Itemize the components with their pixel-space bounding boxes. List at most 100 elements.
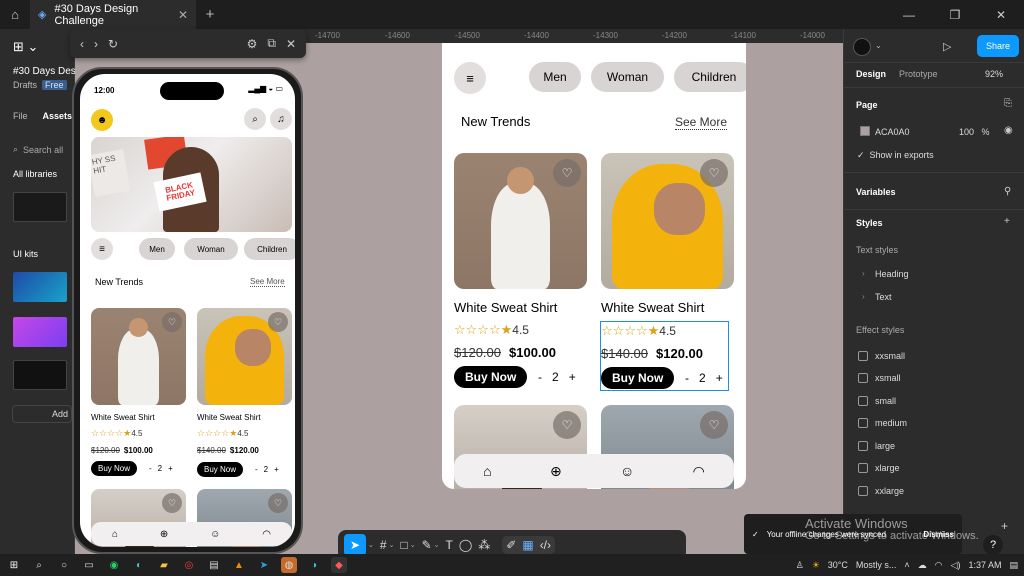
buy-now-button[interactable]: Buy Now: [91, 461, 138, 476]
pen-tool-icon[interactable]: ✎: [422, 538, 432, 552]
effect-style-item[interactable]: xlarge: [875, 463, 900, 473]
tab-design[interactable]: Design: [856, 69, 886, 79]
phone-prototype-preview[interactable]: 12:00 ▂▄▆ ◒ ▭ ☻ ⌕ ♫ HY SS HIT BLACK FRID…: [72, 67, 303, 554]
chevron-right-icon[interactable]: ›: [862, 292, 865, 301]
page-color-swatch[interactable]: [860, 126, 870, 136]
chip-children[interactable]: Children: [674, 62, 746, 92]
zoom-level[interactable]: 92%: [985, 69, 1003, 79]
hero-banner[interactable]: HY SS HIT BLACK FRIDAY: [91, 137, 292, 232]
effect-style-item[interactable]: large: [875, 441, 895, 451]
chevron-down-icon[interactable]: ⌄: [410, 541, 416, 549]
avatar[interactable]: ☻: [91, 109, 113, 131]
user-avatar[interactable]: [853, 38, 871, 56]
heart-icon[interactable]: ♡: [162, 312, 182, 332]
cart-icon[interactable]: ⊕: [550, 463, 562, 480]
add-icon[interactable]: +: [1001, 519, 1008, 533]
vlc-icon[interactable]: ▲: [231, 557, 247, 573]
close-window-button[interactable]: ✕: [978, 0, 1024, 29]
chip-woman[interactable]: Woman: [591, 62, 664, 92]
chevron-down-icon[interactable]: ⌄: [434, 541, 440, 549]
filter-menu-icon[interactable]: ≡: [454, 62, 486, 94]
heart-icon[interactable]: ♡: [553, 159, 581, 187]
assets-search[interactable]: ⌕ Search all: [13, 144, 63, 155]
page-color-value[interactable]: ACA0A0: [875, 127, 910, 137]
add-style-icon[interactable]: +: [1004, 216, 1010, 227]
cortana-icon[interactable]: ○: [56, 557, 72, 573]
eye-icon[interactable]: ◉: [1004, 125, 1013, 136]
folder-icon[interactable]: ▰: [156, 557, 172, 573]
effect-style-item[interactable]: xsmall: [875, 373, 901, 383]
home-icon[interactable]: ⌂: [0, 0, 30, 29]
forward-icon[interactable]: ›: [94, 37, 98, 51]
chevron-down-icon[interactable]: ⌄: [875, 41, 882, 50]
product-image[interactable]: ♡: [601, 153, 734, 289]
notifications-icon[interactable]: ▤: [1009, 560, 1018, 571]
quantity-stepper[interactable]: -2 +: [149, 464, 173, 473]
chip-men[interactable]: Men: [529, 62, 581, 92]
filter-menu-icon[interactable]: ≡: [91, 238, 113, 260]
new-tab-button[interactable]: +: [196, 6, 224, 23]
open-in-new-icon[interactable]: ⧉: [267, 36, 276, 51]
main-menu-button[interactable]: ⊞ ⌄: [13, 39, 38, 55]
search-icon[interactable]: ⌕: [244, 108, 266, 130]
minimize-button[interactable]: —: [886, 0, 932, 29]
telegram-icon[interactable]: ➤: [256, 557, 272, 573]
home-icon[interactable]: ⌂: [483, 463, 491, 479]
chevron-down-icon[interactable]: ⌄: [389, 541, 395, 549]
quantity-stepper[interactable]: -2 +: [538, 370, 576, 384]
qty-minus-button[interactable]: -: [149, 464, 152, 473]
heart-icon[interactable]: ♡: [700, 159, 728, 187]
chip-men[interactable]: Men: [139, 238, 175, 260]
edge-icon[interactable]: ◐: [131, 557, 147, 573]
frame-tool-icon[interactable]: #: [380, 538, 387, 552]
cart-icon[interactable]: ⊕: [160, 529, 168, 540]
effect-style-item[interactable]: xxsmall: [875, 351, 905, 361]
edge-icon[interactable]: ◑: [306, 557, 322, 573]
home-icon[interactable]: ⌂: [112, 529, 118, 540]
ui-kit-thumbnail-1[interactable]: [13, 272, 67, 302]
draw-mode-icon[interactable]: ✐: [506, 538, 516, 552]
heart-icon[interactable]: ♡: [553, 411, 581, 439]
effect-style-item[interactable]: small: [875, 396, 896, 406]
qty-plus-button[interactable]: +: [569, 370, 576, 384]
chrome-icon[interactable]: ◎: [181, 557, 197, 573]
heart-icon[interactable]: ♡: [700, 411, 728, 439]
search-icon[interactable]: ⌕: [31, 557, 47, 573]
local-variables-icon[interactable]: ⎘: [1004, 98, 1012, 109]
wifi-icon[interactable]: ◠: [935, 560, 943, 571]
support-icon[interactable]: ◠: [693, 463, 705, 480]
windows-start-icon[interactable]: ⊞: [6, 557, 22, 573]
design-frame[interactable]: ≡ Men Woman Children New Trends See More…: [442, 43, 746, 489]
profile-icon[interactable]: ☺: [620, 463, 634, 479]
move-tool-icon[interactable]: ➤: [344, 534, 366, 556]
design-mode-icon[interactable]: ▦: [522, 538, 533, 552]
dev-mode-icon[interactable]: ‹/›: [540, 538, 551, 552]
volume-icon[interactable]: ◁): [951, 560, 961, 571]
qty-plus-button[interactable]: +: [274, 465, 279, 474]
app-icon[interactable]: ◍: [281, 557, 297, 573]
page-opacity[interactable]: 100 %: [959, 127, 990, 137]
add-library-button[interactable]: Add: [12, 405, 72, 423]
close-icon[interactable]: ✕: [286, 37, 296, 51]
share-button[interactable]: Share: [977, 35, 1019, 57]
present-icon[interactable]: ▷: [943, 40, 951, 53]
quantity-stepper[interactable]: -2 +: [255, 465, 279, 474]
ui-kit-thumbnail-3[interactable]: [13, 360, 67, 390]
text-style-text[interactable]: Text: [875, 292, 892, 302]
text-style-heading[interactable]: Heading: [875, 269, 909, 279]
see-more-link[interactable]: See More: [675, 115, 728, 130]
product-image[interactable]: ♡: [91, 308, 186, 405]
close-tab-icon[interactable]: ✕: [178, 8, 188, 22]
support-icon[interactable]: ◠: [262, 529, 271, 540]
cloud-icon[interactable]: ☁: [918, 560, 927, 571]
rectangle-tool-icon[interactable]: □: [400, 538, 407, 552]
chevron-down-icon[interactable]: ⌄: [368, 541, 374, 549]
comment-tool-icon[interactable]: ◯: [459, 538, 472, 552]
see-more-link[interactable]: See More: [250, 277, 285, 287]
weather-icon[interactable]: ☀: [812, 560, 820, 571]
heart-icon[interactable]: ♡: [268, 493, 288, 513]
back-icon[interactable]: ‹: [80, 37, 84, 51]
product-image[interactable]: ♡: [454, 153, 587, 289]
library-thumbnail[interactable]: [13, 192, 67, 222]
calculator-icon[interactable]: ▤: [206, 557, 222, 573]
